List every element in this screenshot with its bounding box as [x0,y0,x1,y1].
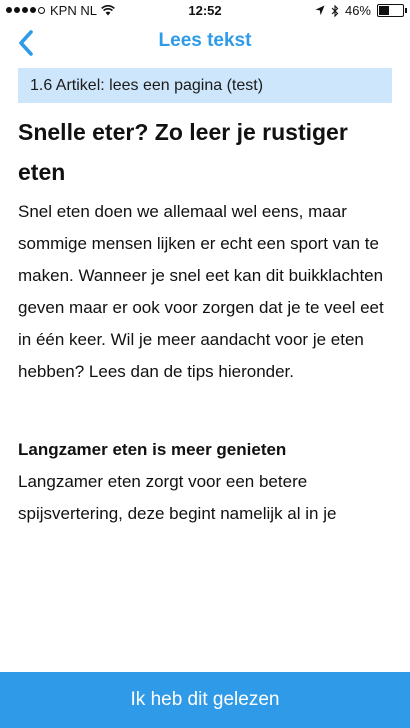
lesson-breadcrumb: 1.6 Artikel: lees een pagina (test) [18,68,392,103]
battery-icon [377,4,407,17]
status-bar: KPN NL 12:52 46% [0,0,410,22]
mark-as-read-button[interactable]: Ik heb dit gelezen [0,672,410,728]
status-right: 46% [315,3,407,18]
bluetooth-icon [331,4,339,17]
article-intro: Snel eten doen we allemaal wel eens, maa… [18,202,384,381]
section-text: Langzamer eten zorgt voor een betere spi… [18,472,337,523]
battery-percentage: 46% [344,3,371,18]
location-arrow-icon [315,5,325,16]
article-content: Snelle eter? Zo leer je rustiger eten Sn… [18,112,392,530]
section-heading: Langzamer eten is meer genieten [18,440,287,459]
article-title: Snelle eter? Zo leer je rustiger eten [18,119,348,185]
navigation-bar: Lees tekst [0,22,410,64]
page-title: Lees tekst [158,30,252,51]
